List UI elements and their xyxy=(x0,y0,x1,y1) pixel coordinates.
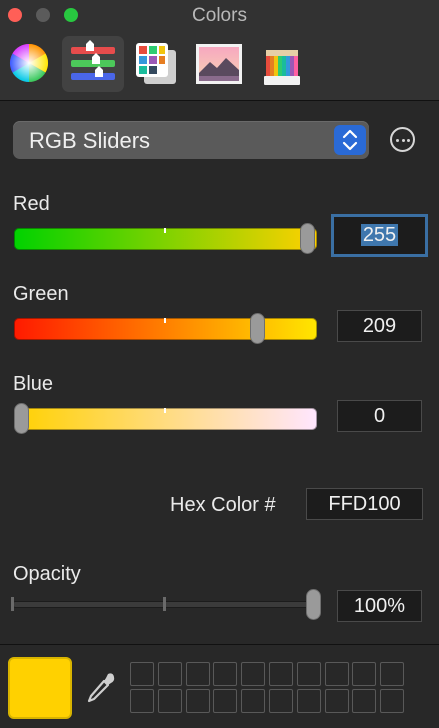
color-well[interactable] xyxy=(213,689,238,713)
hex-value-field[interactable]: FFD100 xyxy=(306,488,423,520)
red-slider-knob[interactable] xyxy=(300,223,315,254)
blue-value-field[interactable]: 0 xyxy=(337,400,422,432)
red-value: 255 xyxy=(360,224,399,246)
color-well[interactable] xyxy=(157,689,182,713)
chevron-up-down-icon xyxy=(342,129,358,151)
color-well[interactable] xyxy=(380,662,405,686)
red-value-field[interactable]: 255 xyxy=(331,214,428,257)
color-well[interactable] xyxy=(185,662,210,686)
color-wheel-icon xyxy=(9,43,49,83)
tool-color-wheel[interactable] xyxy=(0,36,62,92)
image-icon xyxy=(196,44,242,84)
mode-popup-label: RGB Sliders xyxy=(29,128,151,153)
color-well[interactable] xyxy=(296,689,321,713)
color-well[interactable] xyxy=(269,689,293,713)
ellipsis-icon xyxy=(396,138,399,142)
tool-image-palettes[interactable] xyxy=(186,36,248,92)
blue-slider-knob[interactable] xyxy=(14,403,29,434)
color-well[interactable] xyxy=(241,689,266,713)
red-slider[interactable] xyxy=(14,228,317,250)
color-well[interactable] xyxy=(352,662,377,686)
color-well[interactable] xyxy=(213,662,238,686)
more-options-button[interactable] xyxy=(390,127,415,152)
red-label: Red xyxy=(13,193,50,215)
green-label: Green xyxy=(13,283,69,305)
color-well[interactable] xyxy=(296,662,321,686)
tool-color-sliders[interactable] xyxy=(62,36,124,92)
green-slider-knob[interactable] xyxy=(250,313,266,344)
window-title: Colors xyxy=(192,5,247,26)
blue-label: Blue xyxy=(13,373,54,395)
current-color-swatch[interactable] xyxy=(8,657,72,719)
green-value: 209 xyxy=(362,315,397,337)
color-well[interactable] xyxy=(380,689,405,713)
color-well[interactable] xyxy=(130,689,154,713)
pencils-icon xyxy=(264,50,300,85)
color-well[interactable] xyxy=(241,662,266,686)
opacity-value: 100% xyxy=(353,595,406,617)
divider xyxy=(0,644,439,645)
green-value-field[interactable]: 209 xyxy=(337,310,422,342)
opacity-value-field[interactable]: 100% xyxy=(337,590,422,622)
tool-color-palettes[interactable] xyxy=(124,36,186,92)
opacity-slider-knob[interactable] xyxy=(306,589,321,620)
tool-pencils[interactable] xyxy=(248,36,310,92)
title-bar: Colors xyxy=(0,0,439,101)
popup-stepper xyxy=(334,125,366,155)
color-well[interactable] xyxy=(324,689,349,713)
color-well[interactable] xyxy=(185,689,210,713)
color-well[interactable] xyxy=(269,662,293,686)
hex-value: FFD100 xyxy=(328,493,401,515)
mode-popup[interactable]: RGB Sliders xyxy=(13,121,369,159)
blue-value: 0 xyxy=(373,405,386,427)
hex-label: Hex Color # xyxy=(170,494,276,516)
eyedropper-button[interactable] xyxy=(82,668,118,708)
opacity-label: Opacity xyxy=(13,563,81,585)
color-well[interactable] xyxy=(352,689,377,713)
color-well[interactable] xyxy=(130,662,154,686)
palettes-icon xyxy=(136,43,176,84)
color-well[interactable] xyxy=(324,662,349,686)
sliders-icon xyxy=(71,40,115,80)
color-well[interactable] xyxy=(157,662,182,686)
blue-slider[interactable] xyxy=(14,408,317,430)
green-slider[interactable] xyxy=(14,318,317,340)
eyedropper-icon xyxy=(87,673,115,703)
